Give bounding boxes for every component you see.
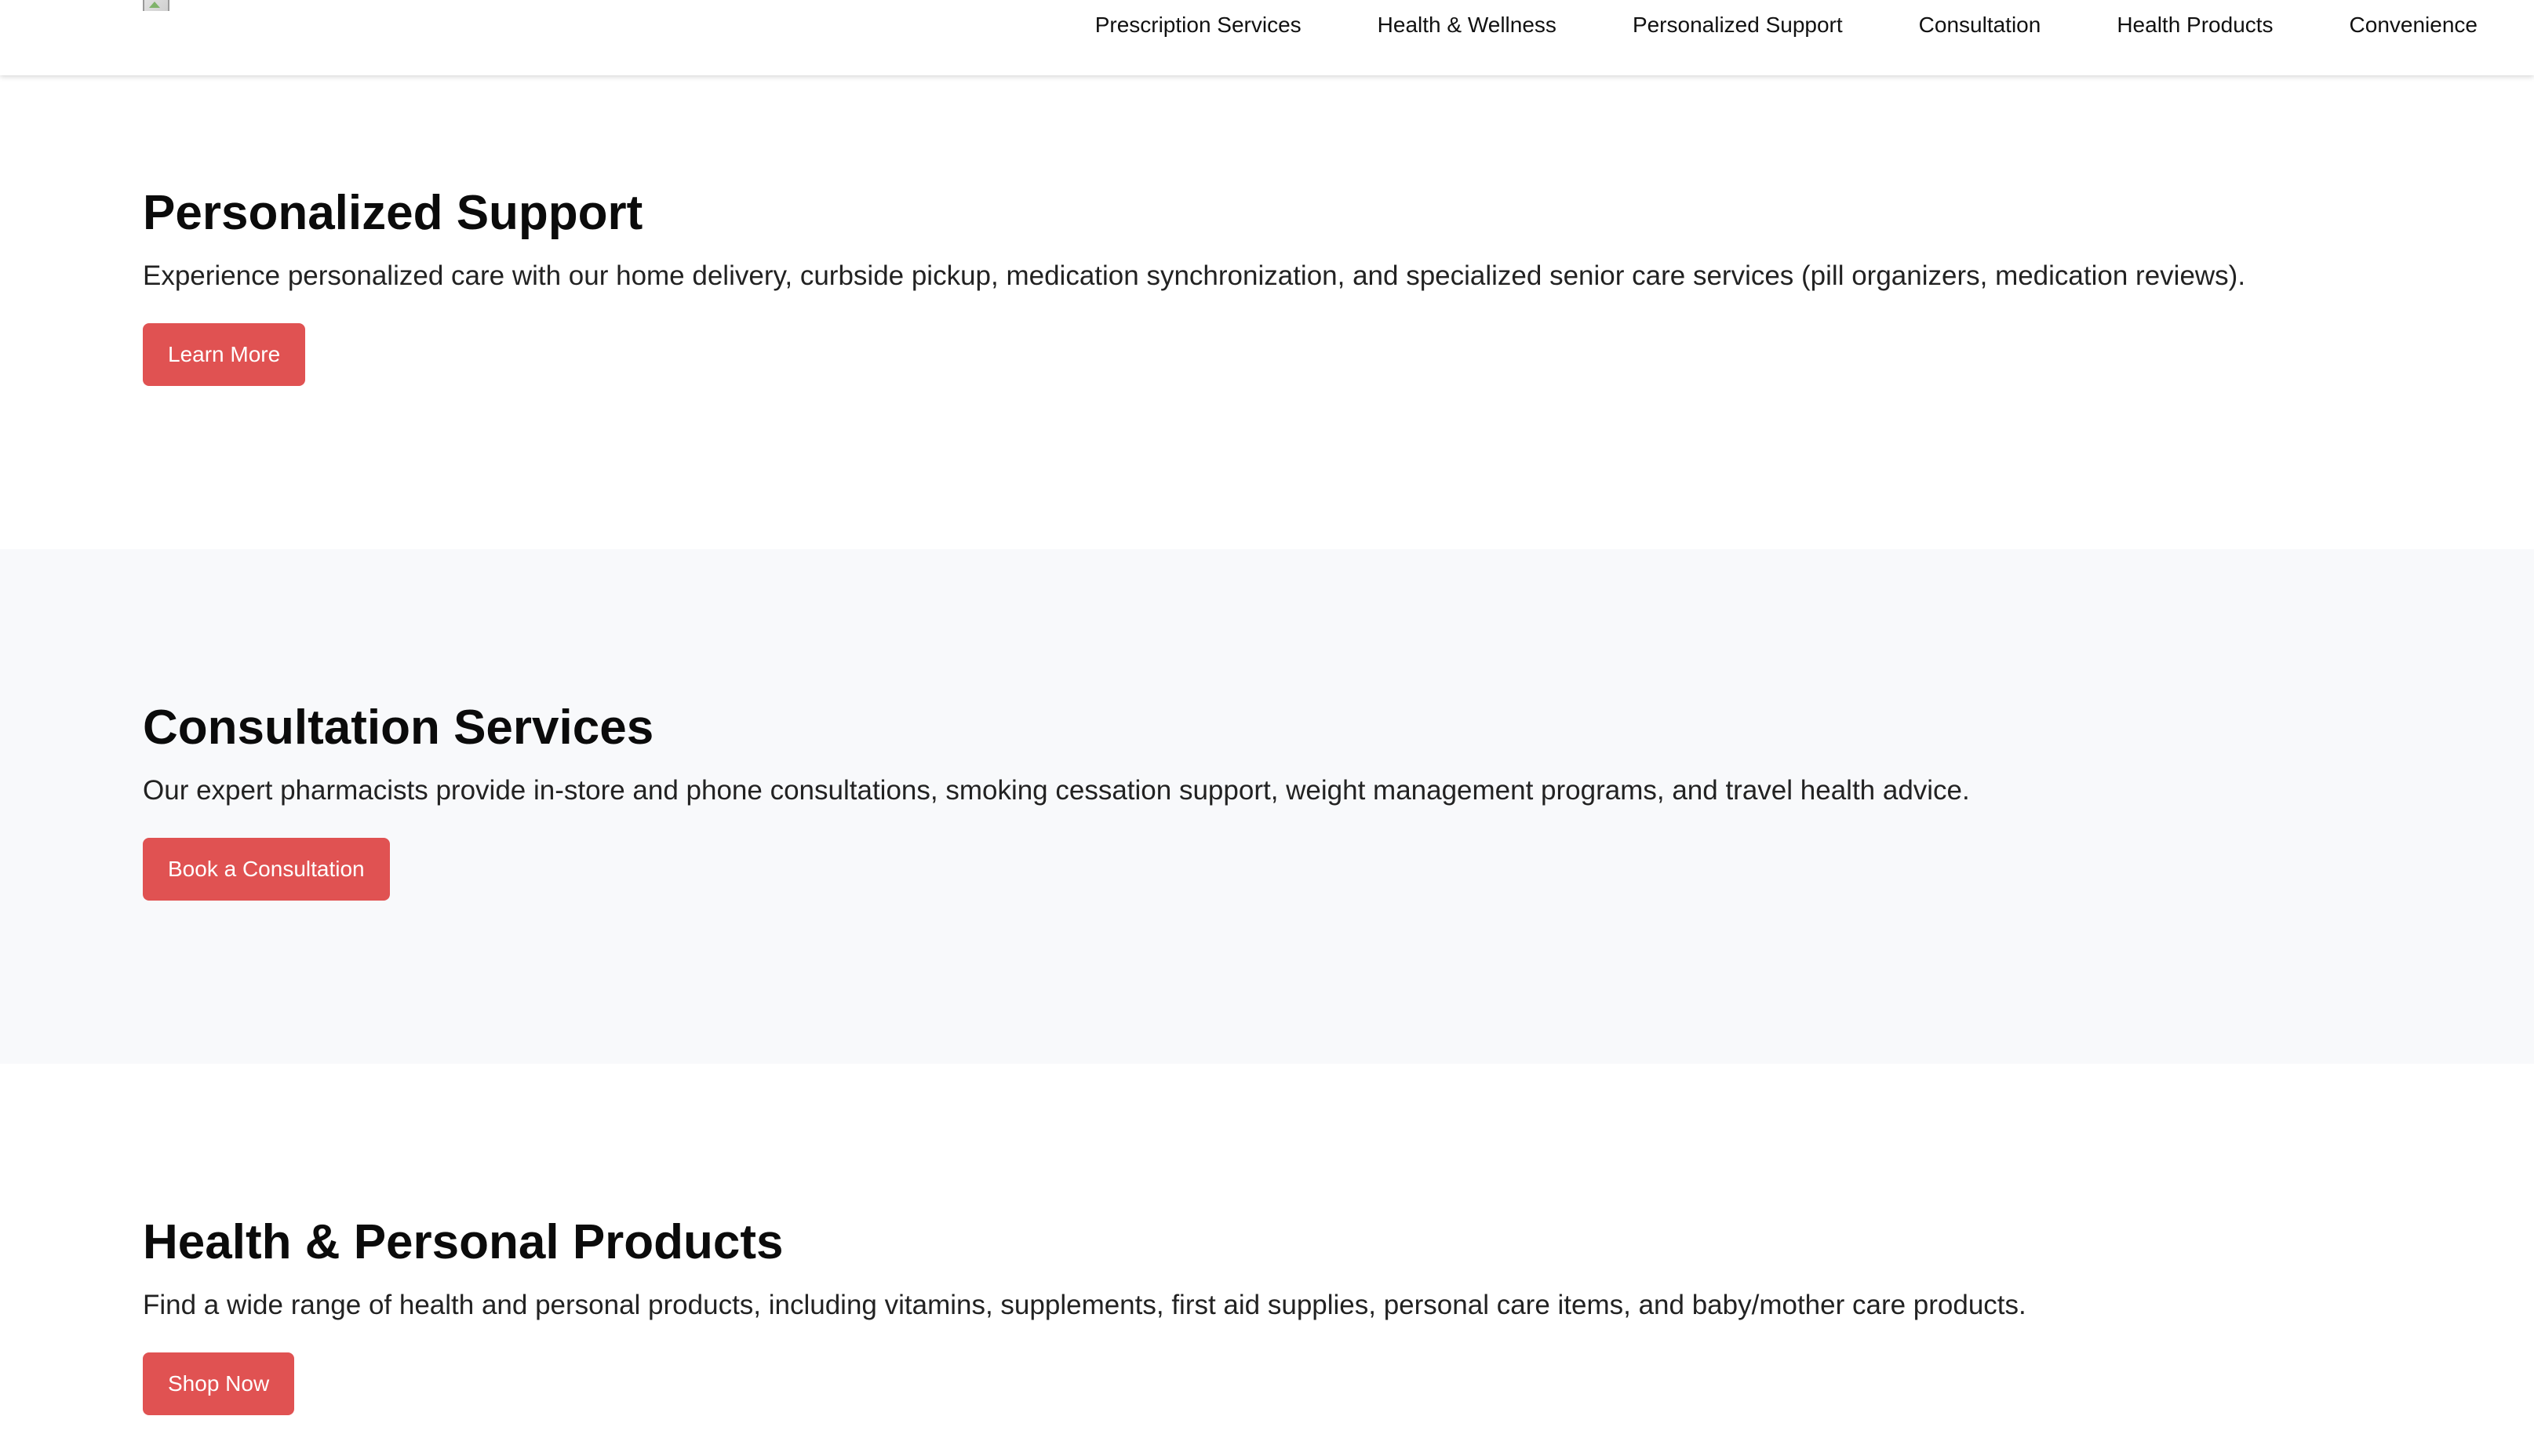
logo[interactable] — [143, 0, 169, 11]
section-description: Experience personalized care with our ho… — [143, 260, 2246, 291]
health-personal-products-section: Health & Personal Products Find a wide r… — [0, 1064, 2534, 1456]
personalized-support-section: Personalized Support Experience personal… — [0, 75, 2534, 549]
section-content: Personalized Support Experience personal… — [143, 185, 2245, 386]
nav-link-health-wellness[interactable]: Health & Wellness — [1378, 12, 1556, 38]
section-title: Consultation Services — [143, 701, 654, 755]
nav-link-consultation[interactable]: Consultation — [1919, 12, 2041, 38]
section-title: Health & Personal Products — [143, 1215, 784, 1269]
section-description: Find a wide range of health and personal… — [143, 1290, 2026, 1320]
section-content: Consultation Services Our expert pharmac… — [143, 700, 1970, 901]
section-title: Personalized Support — [143, 186, 643, 240]
section-description: Our expert pharmacists provide in-store … — [143, 775, 1970, 806]
broken-image-icon — [143, 0, 169, 11]
nav-link-health-products[interactable]: Health Products — [2117, 12, 2273, 38]
consultation-services-section: Consultation Services Our expert pharmac… — [0, 549, 2534, 1064]
book-consultation-button[interactable]: Book a Consultation — [143, 838, 390, 901]
nav-link-convenience[interactable]: Convenience — [2350, 12, 2478, 38]
section-content: Health & Personal Products Find a wide r… — [143, 1214, 2026, 1415]
main-nav: Prescription Services Health & Wellness … — [1095, 12, 2478, 38]
shop-now-button[interactable]: Shop Now — [143, 1352, 295, 1415]
nav-link-personalized-support[interactable]: Personalized Support — [1633, 12, 1843, 38]
site-header: Prescription Services Health & Wellness … — [0, 0, 2534, 75]
learn-more-button[interactable]: Learn More — [143, 323, 306, 386]
nav-link-prescription-services[interactable]: Prescription Services — [1095, 12, 1302, 38]
